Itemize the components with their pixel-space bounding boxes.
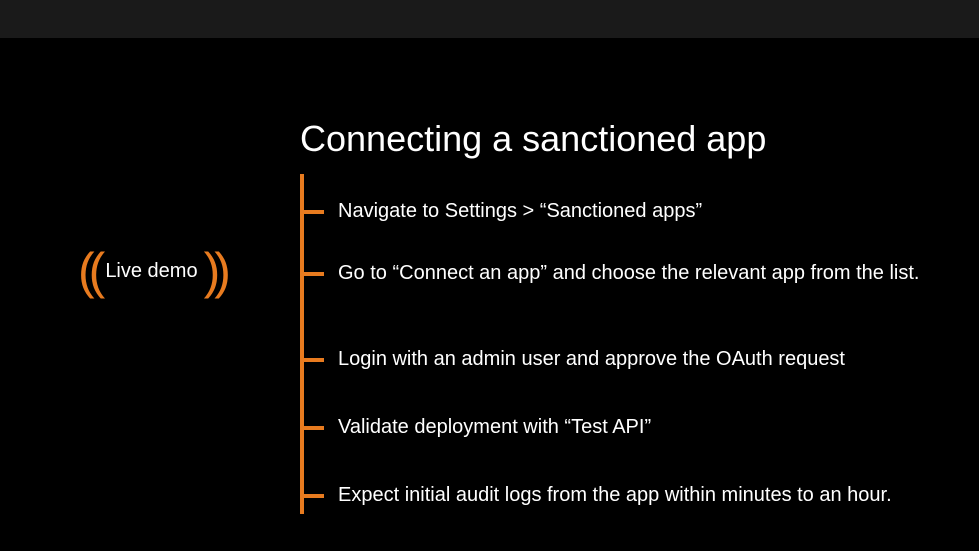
slide-title: Connecting a sanctioned app [300,118,766,160]
step-text: Validate deployment with “Test API” [338,414,651,440]
step-branch: Navigate to Settings > “Sanctioned apps” [300,198,702,224]
branch-connector-icon [300,426,324,430]
step-text: Navigate to Settings > “Sanctioned apps” [338,198,702,224]
branch-connector-icon [300,494,324,498]
branch-connector-icon [300,358,324,362]
branch-connector-icon [300,210,324,214]
branch-connector-icon [300,272,324,276]
paren-right-icon: )) [204,246,225,296]
step-branch: Go to “Connect an app” and choose the re… [300,260,919,286]
step-text: Login with an admin user and approve the… [338,346,845,372]
tree-trunk [300,174,304,514]
title-bar [0,0,979,38]
step-text: Go to “Connect an app” and choose the re… [338,260,919,286]
step-branch: Login with an admin user and approve the… [300,346,845,372]
step-branch: Expect initial audit logs from the app w… [300,482,892,508]
paren-left-icon: (( [78,246,99,296]
live-demo-badge: (( Live demo )) [78,246,225,296]
step-branch: Validate deployment with “Test API” [300,414,651,440]
step-text: Expect initial audit logs from the app w… [338,482,892,508]
live-demo-label: Live demo [105,260,197,283]
